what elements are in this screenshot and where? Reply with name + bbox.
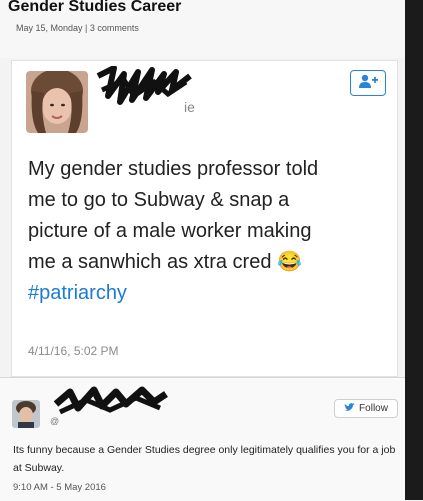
redacted-reply-name xyxy=(50,382,170,422)
add-user-icon xyxy=(358,74,378,93)
right-edge-shadow xyxy=(405,0,423,500)
tweet-line: picture of a male worker making xyxy=(28,220,312,242)
reply-text: Its funny because a Gender Studies degre… xyxy=(13,444,396,474)
post-title[interactable]: Gender Studies Career xyxy=(8,0,181,16)
tears-of-joy-emoji: 😂 xyxy=(277,251,302,273)
tweet-card: ie My gender studies professor told me t… xyxy=(11,60,398,377)
tweet-line-text: me a sanwhich as xtra cred xyxy=(28,251,272,273)
name-fragment: ie xyxy=(184,99,195,115)
reply-timestamp[interactable]: 9:10 AM - 5 May 2016 xyxy=(13,482,106,493)
reply-tweet: @ Follow Its funny because a Gender Stud… xyxy=(0,377,405,501)
bird-icon xyxy=(344,402,356,415)
tweet-text: My gender studies professor told me to g… xyxy=(28,154,388,309)
tweet-line: me a sanwhich as xtra cred 😂 xyxy=(28,247,388,278)
post-meta: May 15, Monday | 3 comments xyxy=(16,23,139,33)
tweet-timestamp[interactable]: 4/11/16, 5:02 PM xyxy=(28,344,119,358)
reply-handle: @ xyxy=(50,416,60,426)
tweet-line: me to go to Subway & snap a xyxy=(28,189,290,211)
follow-label: Follow xyxy=(359,403,388,414)
reply-follow-button[interactable]: Follow xyxy=(334,399,398,418)
post-header: Gender Studies Career May 15, Monday | 3… xyxy=(0,0,405,58)
avatar[interactable] xyxy=(26,71,88,133)
follow-button[interactable] xyxy=(350,70,386,96)
tweet-line: My gender studies professor told xyxy=(28,158,319,180)
hashtag-link[interactable]: #patriarchy xyxy=(28,278,388,309)
reply-avatar[interactable] xyxy=(12,400,40,428)
